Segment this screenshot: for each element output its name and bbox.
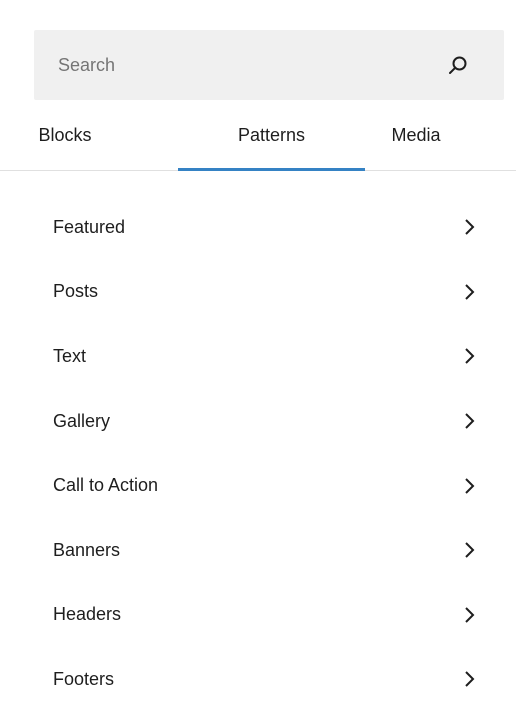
pattern-category-featured[interactable]: Featured [0, 195, 516, 260]
tab-patterns[interactable]: Patterns [178, 100, 365, 171]
list-item-label: Call to Action [53, 475, 159, 496]
list-item-label: Headers [53, 604, 122, 625]
pattern-category-list: Featured Posts Text Gallery Call to Acti… [0, 195, 516, 712]
chevron-right-icon [462, 217, 476, 237]
pattern-category-headers[interactable]: Headers [0, 583, 516, 648]
list-item-label: Banners [53, 539, 121, 560]
chevron-right-icon [462, 540, 476, 560]
tab-patterns-label: Patterns [237, 124, 306, 145]
list-item-label: Text [53, 345, 87, 366]
list-item-label: Featured [53, 216, 126, 237]
list-item-label: Footers [53, 668, 115, 689]
chevron-right-icon [462, 476, 476, 496]
chevron-right-icon [462, 605, 476, 625]
inserter-tabs: Blocks Patterns Media [0, 100, 516, 171]
tab-blocks-label: Blocks [38, 124, 92, 145]
chevron-right-icon [462, 411, 476, 431]
tab-media[interactable]: Media [365, 100, 467, 170]
chevron-right-icon [462, 346, 476, 366]
search-box [34, 30, 504, 100]
search-icon[interactable] [446, 53, 470, 77]
pattern-category-posts[interactable]: Posts [0, 260, 516, 325]
chevron-right-icon [462, 282, 476, 302]
tab-blocks[interactable]: Blocks [10, 100, 120, 170]
pattern-category-gallery[interactable]: Gallery [0, 389, 516, 454]
pattern-category-footers[interactable]: Footers [0, 647, 516, 712]
tab-media-label: Media [391, 124, 441, 145]
pattern-category-banners[interactable]: Banners [0, 518, 516, 583]
list-item-label: Gallery [53, 410, 111, 431]
chevron-right-icon [462, 669, 476, 689]
list-item-label: Posts [53, 281, 99, 302]
active-tab-indicator [178, 168, 365, 171]
pattern-category-call-to-action[interactable]: Call to Action [0, 453, 516, 518]
search-input[interactable] [34, 30, 446, 100]
pattern-category-text[interactable]: Text [0, 324, 516, 389]
inserter-panel: Blocks Patterns Media Featured Posts Tex… [0, 0, 516, 715]
